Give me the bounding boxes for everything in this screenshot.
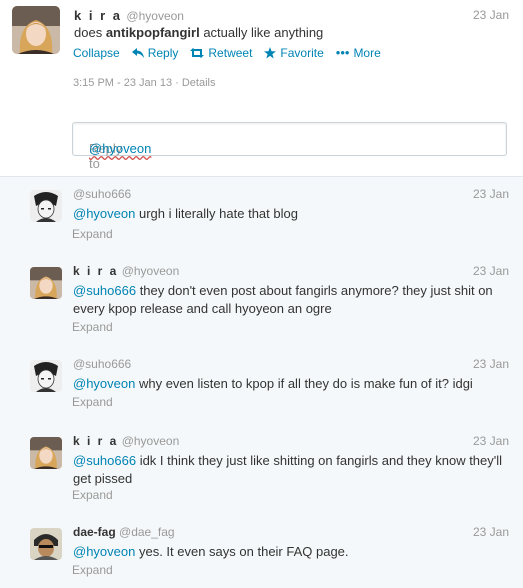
reply-date[interactable]: 23 Jan <box>473 187 509 201</box>
reply-mention[interactable]: @suho666 <box>73 453 136 468</box>
favorite-button[interactable]: Favorite <box>264 45 324 60</box>
reply-date[interactable]: 23 Jan <box>473 357 509 371</box>
avatar-kira[interactable] <box>12 6 60 54</box>
reply-mention[interactable]: @suho666 <box>73 283 136 298</box>
collapse-label: Collapse <box>73 45 120 60</box>
expand-link[interactable]: Expand <box>72 488 113 502</box>
favorite-label: Favorite <box>280 45 324 60</box>
collapse-button[interactable]: Collapse <box>73 45 120 60</box>
reply-body: urgh i literally hate that blog <box>135 206 298 221</box>
reply-body: they don't even post about fangirls anym… <box>73 283 493 316</box>
tweet-meta: 3:15 PM - 23 Jan 13 · Details <box>73 77 215 89</box>
expand-link[interactable]: Expand <box>72 227 113 241</box>
reply-text: @hyoveon why even listen to kpop if all … <box>73 375 503 393</box>
tweet-actions: Collapse Reply Retweet Favorite ••• More <box>73 45 381 60</box>
reply-date[interactable]: 23 Jan <box>473 525 509 539</box>
reply-text: @hyoveon urgh i literally hate that blog <box>73 205 503 223</box>
star-icon <box>264 46 277 58</box>
reply-input[interactable]: Reply to @hyoveon <box>72 122 507 171</box>
retweet-icon <box>190 47 205 58</box>
main-tweet: k i r a @hyoveon 23 Jan does antikpopfan… <box>0 0 523 177</box>
author-handle[interactable]: @hyoveon <box>126 9 184 23</box>
avatar-dae-fag[interactable] <box>30 528 62 560</box>
more-dots-icon: ••• <box>335 45 350 60</box>
replies-list: @suho666 23 Jan @hyoveon urgh i literall… <box>0 177 523 588</box>
reply-handle[interactable]: @hyoveon <box>122 434 180 448</box>
reply-body: why even listen to kpop if all they do i… <box>135 376 473 391</box>
tweet-text: does antikpopfangirl actually like anyth… <box>74 25 323 40</box>
avatar-kira[interactable] <box>30 267 62 299</box>
reply-item[interactable]: k i r a @hyoveon 23 Jan @suho666 idk I t… <box>0 424 523 516</box>
reply-date[interactable]: 23 Jan <box>473 264 509 278</box>
reply-item[interactable]: @suho666 23 Jan @hyoveon why even listen… <box>0 347 523 425</box>
reply-item[interactable]: k i r a @hyoveon 23 Jan @suho666 they do… <box>0 254 523 348</box>
reply-item[interactable]: @suho666 23 Jan @hyoveon urgh i literall… <box>0 177 523 255</box>
avatar-suho666[interactable] <box>30 360 62 392</box>
reply-text: @hyoveon yes. It even says on their FAQ … <box>73 543 503 561</box>
reply-text: @suho666 they don't even post about fang… <box>73 282 503 318</box>
reply-icon <box>131 47 144 58</box>
reply-date[interactable]: 23 Jan <box>473 434 509 448</box>
expand-link[interactable]: Expand <box>72 395 113 409</box>
reply-label: Reply <box>147 45 179 60</box>
reply-placeholder-handle: @hyoveon <box>89 141 152 156</box>
reply-handle[interactable]: @suho666 <box>73 357 131 371</box>
author-name[interactable]: k i r a <box>74 8 122 23</box>
reply-mention[interactable]: @hyoveon <box>73 206 135 221</box>
reply-body: yes. It even says on their FAQ page. <box>135 544 349 559</box>
reply-item[interactable]: dae-fag @dae_fag 23 Jan @hyoveon yes. It… <box>0 515 523 588</box>
meta-separator: · <box>175 77 182 89</box>
tweet-text-bold: antikpopfangirl <box>105 25 200 40</box>
tweet-text-suffix: actually like anything <box>199 25 324 40</box>
reply-text: @suho666 idk I think they just like shit… <box>73 452 503 488</box>
tweet-date[interactable]: 23 Jan <box>473 8 509 22</box>
reply-button[interactable]: Reply <box>131 45 179 60</box>
reply-handle[interactable]: @hyoveon <box>122 264 180 278</box>
reply-author-name[interactable]: dae-fag <box>73 525 116 539</box>
reply-author-name[interactable]: k i r a <box>73 264 118 278</box>
details-link[interactable]: Details <box>182 77 216 89</box>
retweet-button[interactable]: Retweet <box>190 45 252 60</box>
reply-handle[interactable]: @suho666 <box>73 187 131 201</box>
more-label: More <box>353 45 381 60</box>
reply-mention[interactable]: @hyoveon <box>73 376 135 391</box>
expand-link[interactable]: Expand <box>72 320 113 334</box>
tweet-text-prefix: does <box>74 25 106 40</box>
retweet-label: Retweet <box>208 45 253 60</box>
more-button[interactable]: ••• More <box>336 45 381 60</box>
reply-body: idk I think they just like shitting on f… <box>73 453 503 486</box>
reply-mention[interactable]: @hyoveon <box>73 544 135 559</box>
reply-author-name[interactable]: k i r a <box>73 434 118 448</box>
reply-handle[interactable]: @dae_fag <box>119 525 175 539</box>
expand-link[interactable]: Expand <box>72 563 113 577</box>
avatar-suho666[interactable] <box>30 190 62 222</box>
avatar-kira[interactable] <box>30 437 62 469</box>
tweet-timestamp[interactable]: 3:15 PM - 23 Jan 13 <box>73 77 172 89</box>
